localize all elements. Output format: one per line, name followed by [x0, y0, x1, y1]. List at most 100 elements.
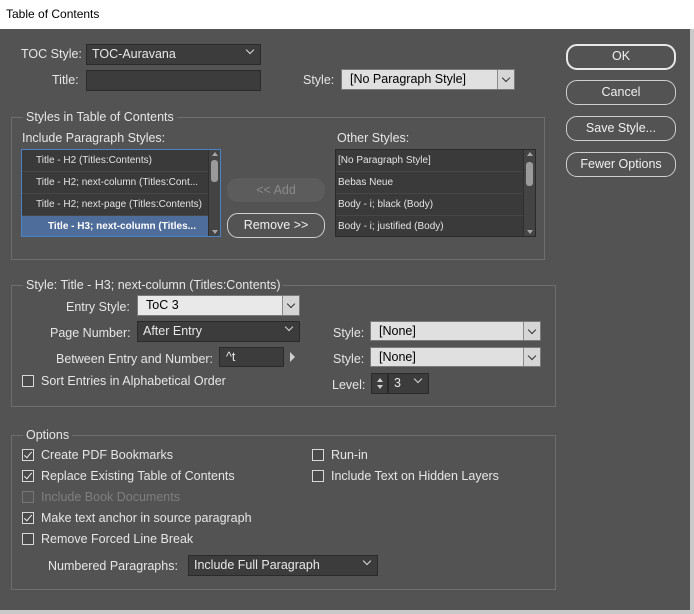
ok-button[interactable]: OK [566, 44, 676, 70]
background-strip-bottom [0, 610, 694, 614]
checkbox-box[interactable] [22, 449, 34, 461]
include-book-documents-label: Include Book Documents [41, 490, 180, 504]
special-characters-arrow-icon[interactable] [290, 352, 295, 362]
style-settings-heading: Style: Title - H3; next-column (Titles:C… [23, 277, 284, 293]
chevron-down-icon [527, 325, 537, 334]
checkbox-box[interactable] [312, 470, 324, 482]
toc-style-dropdown[interactable]: TOC-Auravana [86, 44, 261, 65]
toc-style-label: TOC Style: [21, 47, 82, 61]
remove-button[interactable]: Remove >> [227, 213, 325, 238]
between-entry-number-label: Between Entry and Number: [56, 352, 214, 366]
window-title-bar: Table of Contents [0, 0, 694, 29]
scrollbar[interactable] [523, 150, 535, 236]
remove-forced-line-break-label: Remove Forced Line Break [41, 532, 194, 546]
include-hidden-layers-label: Include Text on Hidden Layers [331, 469, 499, 483]
list-item[interactable]: Body - i; justified (Body) [336, 216, 535, 236]
chevron-down-icon [527, 351, 537, 360]
sort-alphabetical-checkbox[interactable]: Sort Entries in Alphabetical Order [22, 373, 226, 389]
entry-style-dropdown[interactable]: ToC 3 [137, 295, 300, 316]
scroll-up-arrow[interactable] [527, 152, 533, 156]
checkbox-box[interactable] [22, 470, 34, 482]
include-book-documents-checkbox[interactable]: Include Book Documents [22, 489, 180, 505]
sort-alphabetical-label: Sort Entries in Alphabetical Order [41, 374, 226, 388]
between-style-dropdown[interactable]: [None] [370, 347, 541, 367]
between-entry-number-input[interactable]: ^t [219, 347, 284, 367]
replace-existing-toc-checkbox[interactable]: Replace Existing Table of Contents [22, 468, 235, 484]
include-paragraph-styles-label: Include Paragraph Styles: [22, 131, 166, 145]
checkbox-box[interactable] [312, 449, 324, 461]
numbered-paragraphs-dropdown[interactable]: Include Full Paragraph [188, 555, 378, 576]
scroll-down-arrow[interactable] [527, 230, 533, 234]
page-number-style-dropdown[interactable]: [None] [370, 321, 541, 341]
scrollbar[interactable] [208, 150, 220, 236]
entry-style-label: Entry Style: [66, 300, 130, 314]
cancel-button[interactable]: Cancel [566, 80, 676, 105]
stepper-up-icon[interactable] [376, 378, 383, 382]
make-text-anchor-checkbox[interactable]: Make text anchor in source paragraph [22, 510, 252, 526]
scrollbar-thumb[interactable] [526, 162, 533, 186]
title-input[interactable] [86, 70, 261, 91]
page-number-dropdown[interactable]: After Entry [137, 321, 300, 342]
level-dropdown[interactable]: 3 [388, 373, 429, 394]
replace-existing-toc-label: Replace Existing Table of Contents [41, 469, 235, 483]
create-pdf-bookmarks-checkbox[interactable]: Create PDF Bookmarks [22, 447, 173, 463]
list-item[interactable]: Title - H2 (Titles:Contents) [22, 150, 220, 172]
toc-style-value: TOC-Auravana [92, 47, 176, 61]
numbered-paragraphs-label: Numbered Paragraphs: [48, 559, 178, 573]
include-hidden-layers-checkbox[interactable]: Include Text on Hidden Layers [312, 468, 499, 484]
scroll-down-arrow[interactable] [212, 230, 218, 234]
chevron-down-icon [245, 45, 255, 55]
window-title: Table of Contents [6, 7, 100, 21]
list-item[interactable]: Title - H2; next-page (Titles:Contents) [22, 194, 220, 216]
numbered-paragraphs-value: Include Full Paragraph [194, 558, 320, 572]
page-number-label: Page Number: [50, 326, 131, 340]
stepper-down-icon[interactable] [376, 385, 383, 389]
chevron-down-icon [284, 322, 294, 332]
list-item[interactable]: Bebas Neue [336, 172, 535, 194]
chevron-down-icon [286, 299, 296, 309]
styles-in-toc-heading: Styles in Table of Contents [23, 109, 177, 125]
background-strip-right [690, 29, 694, 614]
page-number-value: After Entry [143, 324, 203, 338]
list-item[interactable]: [No Paragraph Style] [336, 150, 535, 172]
title-style-value: [No Paragraph Style] [350, 72, 467, 86]
checkbox-box[interactable] [22, 375, 34, 387]
chevron-down-icon [413, 374, 423, 384]
level-value: 3 [394, 376, 401, 390]
level-label: Level: [332, 378, 366, 392]
title-style-label: Style: [303, 73, 335, 87]
title-label: Title: [52, 73, 79, 87]
scroll-up-arrow[interactable] [212, 152, 218, 156]
between-style-value: [None] [379, 350, 416, 364]
entry-style-value: ToC 3 [146, 298, 179, 312]
dropdown-button [523, 322, 540, 340]
options-heading: Options [23, 427, 73, 443]
checkbox-box[interactable] [22, 491, 34, 503]
title-style-dropdown[interactable]: [No Paragraph Style] [341, 69, 515, 90]
chevron-down-icon [362, 556, 372, 566]
list-item[interactable]: Title - H2; next-column (Titles:Cont... [22, 172, 220, 194]
other-styles-list[interactable]: [No Paragraph Style] Bebas Neue Body - i… [335, 149, 536, 237]
page-number-style-value: [None] [379, 324, 416, 338]
run-in-label: Run-in [331, 448, 368, 462]
dropdown-button [523, 348, 540, 366]
page-number-style-label: Style: [333, 326, 365, 340]
list-item-selected[interactable]: Title - H3; next-column (Titles... [22, 216, 220, 236]
save-style-button[interactable]: Save Style... [566, 116, 676, 141]
remove-forced-line-break-checkbox[interactable]: Remove Forced Line Break [22, 531, 193, 547]
dropdown-button [282, 296, 299, 315]
checkbox-box[interactable] [22, 533, 34, 545]
checkbox-box[interactable] [22, 512, 34, 524]
scrollbar-thumb[interactable] [211, 160, 218, 182]
dropdown-button [497, 70, 514, 89]
level-stepper[interactable] [371, 373, 388, 394]
make-text-anchor-label: Make text anchor in source paragraph [41, 511, 252, 525]
other-styles-label: Other Styles: [337, 131, 410, 145]
include-paragraph-styles-list[interactable]: Title - H2 (Titles:Contents) Title - H2;… [21, 149, 221, 237]
add-button[interactable]: << Add [227, 178, 325, 202]
fewer-options-button[interactable]: Fewer Options [566, 152, 676, 177]
list-item[interactable]: Body - i; black (Body) [336, 194, 535, 216]
create-pdf-bookmarks-label: Create PDF Bookmarks [41, 448, 173, 462]
run-in-checkbox[interactable]: Run-in [312, 447, 368, 463]
chevron-down-icon [501, 73, 511, 83]
